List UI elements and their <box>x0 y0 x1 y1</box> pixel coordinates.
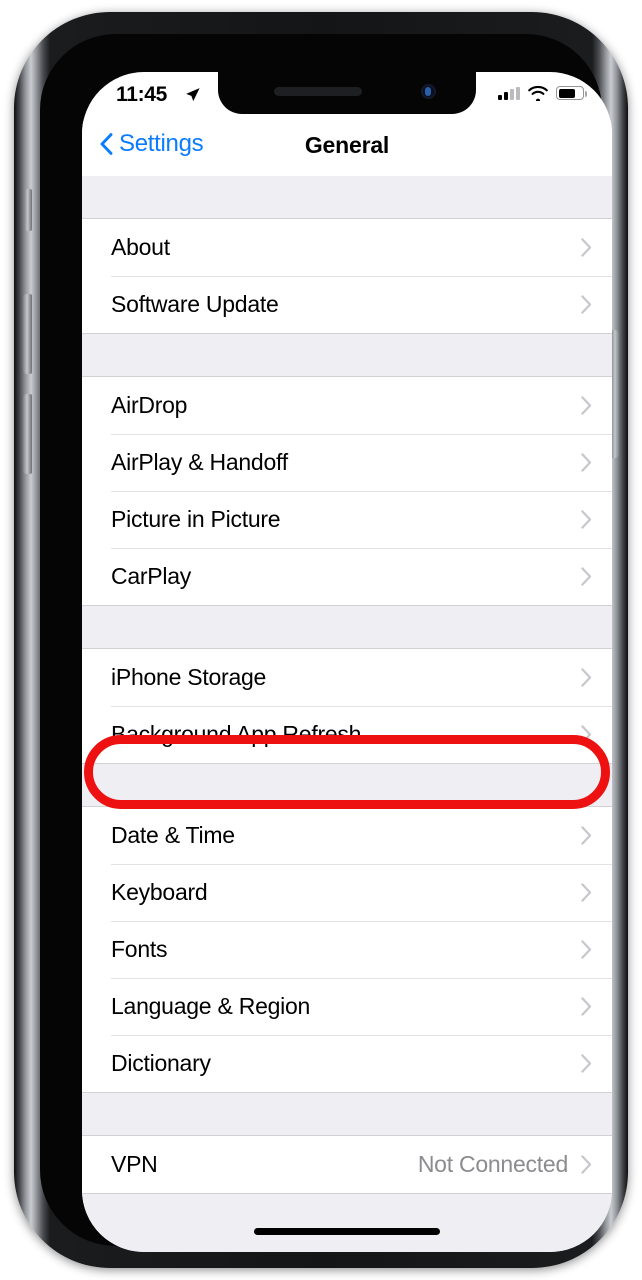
cellular-signal-icon <box>498 86 520 100</box>
list-group: AirDrop AirPlay & Handoff Picture in Pictu… <box>82 376 612 606</box>
mute-switch[interactable] <box>24 189 32 231</box>
row-label: Picture in Picture <box>111 506 281 532</box>
table-row[interactable]: Date & Time <box>82 807 612 864</box>
battery-fill <box>558 88 575 98</box>
row-label: Fonts <box>111 936 168 962</box>
front-camera-icon <box>421 84 436 99</box>
table-row[interactable]: Fonts <box>82 921 612 978</box>
device-frame: 11:45 Settings General About Software Up… <box>14 12 628 1268</box>
row-label: VPN <box>111 1151 158 1177</box>
row-label: Dictionary <box>111 1050 211 1076</box>
chevron-right-icon <box>581 567 592 586</box>
row-value: Not Connected <box>417 1151 568 1177</box>
table-row[interactable]: Picture in Picture <box>82 491 612 548</box>
chevron-right-icon <box>581 1155 592 1174</box>
volume-up-button[interactable] <box>23 294 32 374</box>
table-row[interactable]: Dictionary <box>82 1035 612 1092</box>
list-group: VPN Not Connected <box>82 1135 612 1194</box>
navigation-bar: Settings General <box>82 118 612 176</box>
table-row[interactable]: iPhone Storage <box>82 649 612 706</box>
battery-icon <box>556 86 587 100</box>
table-row[interactable]: Language & Region <box>82 978 612 1035</box>
list-group-gap <box>82 1093 612 1135</box>
volume-down-button[interactable] <box>23 394 32 474</box>
table-row[interactable]: Keyboard <box>82 864 612 921</box>
table-row[interactable]: CarPlay <box>82 548 612 605</box>
chevron-right-icon <box>581 940 592 959</box>
chevron-right-icon <box>581 1054 592 1073</box>
row-label: CarPlay <box>111 563 192 589</box>
status-bar-time: 11:45 <box>116 83 168 106</box>
list-group-gap <box>82 764 612 806</box>
chevron-right-icon <box>581 997 592 1016</box>
home-indicator[interactable] <box>254 1228 440 1235</box>
chevron-right-icon <box>581 668 592 687</box>
chevron-right-icon <box>581 238 592 257</box>
chevron-right-icon <box>581 826 592 845</box>
phone-screen: 11:45 Settings General About Software Up… <box>82 72 612 1252</box>
chevron-right-icon <box>581 453 592 472</box>
chevron-right-icon <box>581 510 592 529</box>
row-label: Date & Time <box>111 822 235 848</box>
row-label: AirDrop <box>111 392 188 418</box>
row-label: About <box>111 234 170 260</box>
earpiece-speaker-icon <box>274 87 362 96</box>
wifi-icon <box>528 85 548 101</box>
location-arrow-icon <box>186 88 200 102</box>
notch <box>218 72 476 114</box>
table-row[interactable]: Background App Refresh <box>82 706 612 763</box>
list-group-gap <box>82 334 612 376</box>
status-bar-indicators <box>498 85 587 101</box>
table-row[interactable]: AirPlay & Handoff <box>82 434 612 491</box>
table-row[interactable]: VPN Not Connected <box>82 1136 612 1193</box>
list-group: Date & Time Keyboard Fonts Language & Regio… <box>82 806 612 1093</box>
row-label: Background App Refresh <box>111 721 362 747</box>
list-group: iPhone Storage Background App Refresh <box>82 648 612 764</box>
table-row[interactable]: About <box>82 219 612 276</box>
chevron-right-icon <box>581 396 592 415</box>
list-group-gap <box>82 606 612 648</box>
list-group: About Software Update <box>82 218 612 334</box>
settings-list[interactable]: About Software Update AirDrop AirPlay & Han… <box>82 176 612 1252</box>
table-row[interactable]: AirDrop <box>82 377 612 434</box>
page-title: General <box>304 132 390 158</box>
row-label: Language & Region <box>111 993 311 1019</box>
row-label: Keyboard <box>111 879 208 905</box>
chevron-right-icon <box>581 883 592 902</box>
row-label: iPhone Storage <box>111 664 267 690</box>
row-label: Software Update <box>111 291 279 317</box>
chevron-right-icon <box>581 725 592 744</box>
device-bezel: 11:45 Settings General About Software Up… <box>40 34 612 1252</box>
row-label: AirPlay & Handoff <box>111 449 288 475</box>
table-row[interactable]: Software Update <box>82 276 612 333</box>
chevron-right-icon <box>581 295 592 314</box>
list-group-gap <box>82 176 612 218</box>
